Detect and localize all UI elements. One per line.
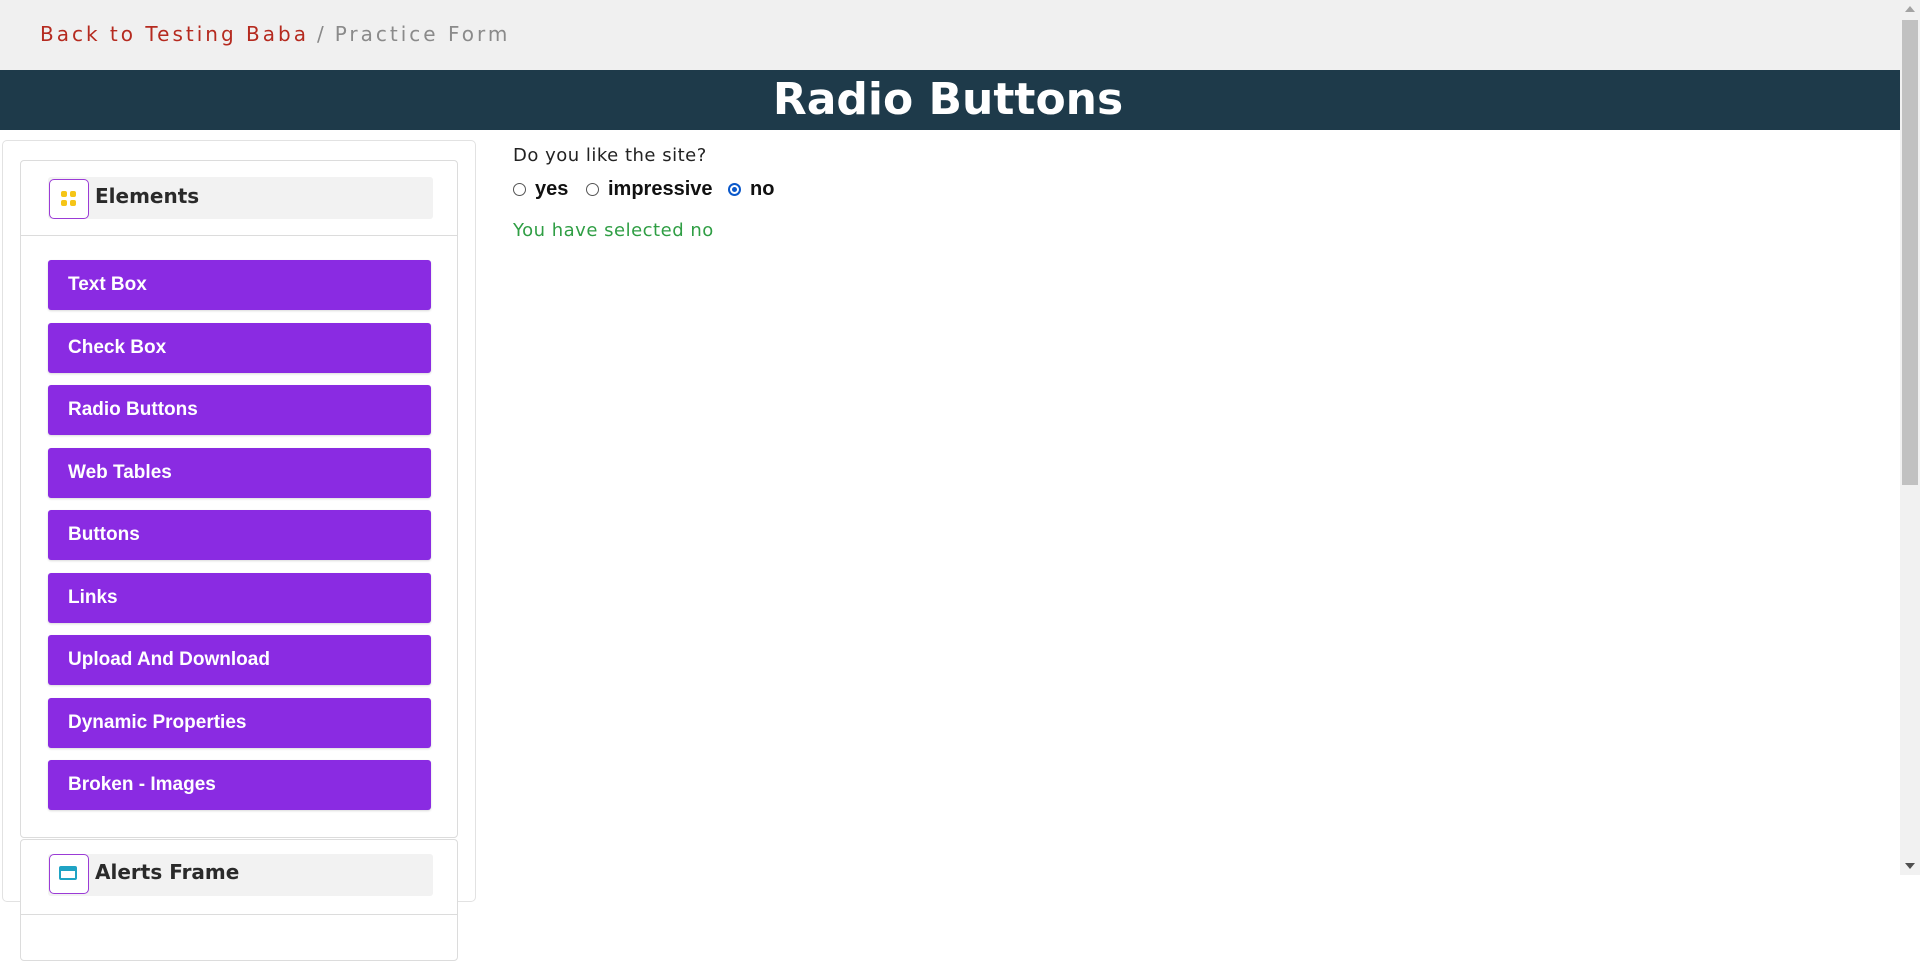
top-bar: Back to Testing Baba / Practice Form [0,0,1900,70]
main-content: Do you like the site? yes impressive no … [513,145,774,241]
radio-option-impressive[interactable]: impressive [586,178,713,201]
window-icon [49,854,89,894]
sidebar-group-elements: Elements Text Box Check Box Radio Button… [20,160,458,838]
scroll-up-icon[interactable] [1905,6,1915,12]
radio-label-impressive[interactable]: impressive [608,178,713,201]
menu-item-radio-buttons[interactable]: Radio Buttons [48,385,431,435]
menu-item-web-tables[interactable]: Web Tables [48,448,431,498]
group-header-elements[interactable]: Elements [21,161,457,236]
menu-item-broken-images[interactable]: Broken - Images [48,760,431,810]
menu-item-upload-and-download[interactable]: Upload And Download [48,635,431,685]
breadcrumb-current: Practice Form [334,22,511,46]
radio-label-no[interactable]: no [750,178,774,201]
breadcrumb-separator: / [316,22,327,46]
scroll-thumb[interactable] [1902,20,1918,485]
menu-item-text-box[interactable]: Text Box [48,260,431,310]
group-title-alerts-frame: Alerts Frame [95,860,240,884]
radio-no[interactable] [728,183,741,196]
radio-option-yes[interactable]: yes [513,178,568,201]
radio-group: yes impressive no [513,178,774,202]
menu-item-dynamic-properties[interactable]: Dynamic Properties [48,698,431,748]
menu-item-check-box[interactable]: Check Box [48,323,431,373]
menu-item-links[interactable]: Links [48,573,431,623]
radio-yes[interactable] [513,183,526,196]
vertical-scrollbar[interactable] [1900,0,1920,875]
scroll-down-icon[interactable] [1905,863,1915,869]
breadcrumb: Back to Testing Baba / Practice Form [40,22,510,46]
radio-impressive[interactable] [586,183,599,196]
question-label: Do you like the site? [513,145,707,166]
radio-label-yes[interactable]: yes [535,178,568,201]
sidebar: Elements Text Box Check Box Radio Button… [2,140,476,961]
grid-icon [49,179,89,219]
group-header-alerts-frame[interactable]: Alerts Frame [21,840,457,915]
back-link[interactable]: Back to Testing Baba [40,22,309,46]
radio-option-no[interactable]: no [728,178,774,201]
page-title: Radio Buttons [772,74,1124,125]
page-header: Radio Buttons [0,70,1900,130]
selection-result: You have selected no [513,220,714,241]
menu-item-buttons[interactable]: Buttons [48,510,431,560]
group-title-elements: Elements [95,184,200,208]
sidebar-group-alerts-frame: Alerts Frame [20,839,458,961]
